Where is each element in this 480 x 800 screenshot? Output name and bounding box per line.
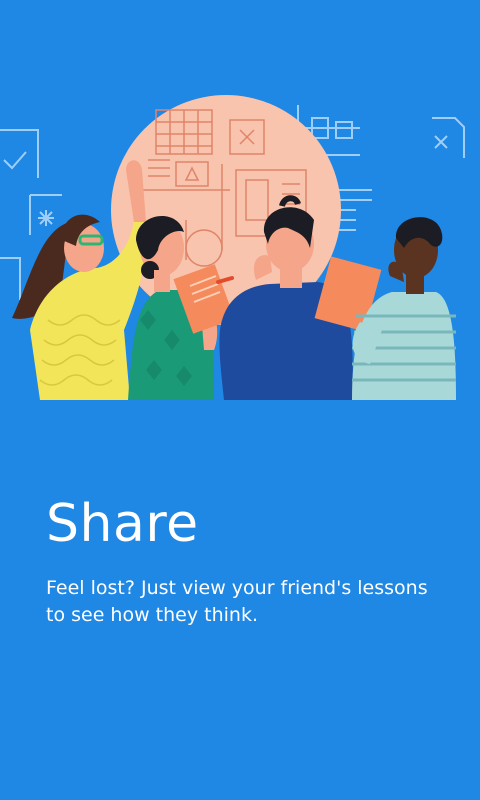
slide-description: Feel lost? Just view your friend's lesso…	[46, 577, 428, 626]
team-illustration	[0, 95, 465, 400]
decor-check-icon	[0, 129, 39, 178]
onboarding-slide[interactable]: Share Feel lost? Just view your friend's…	[0, 0, 480, 800]
decor-document-icon	[432, 117, 465, 158]
slide-title: Share	[46, 494, 199, 554]
